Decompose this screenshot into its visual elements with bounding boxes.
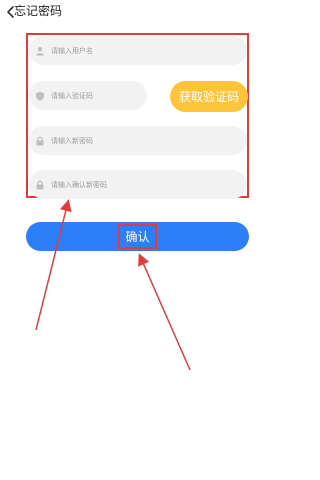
- top-bar: 忘记密码: [0, 0, 276, 26]
- arrow-to-confirm: [138, 253, 191, 371]
- lock-icon: [36, 136, 44, 145]
- verification-code-field[interactable]: 请输入验证码: [29, 81, 147, 110]
- user-icon: [36, 46, 44, 55]
- shield-icon: [36, 91, 44, 101]
- confirm-button[interactable]: 确认: [26, 222, 249, 251]
- confirm-button-label: 确认: [118, 224, 157, 249]
- page-title: 忘记密码: [14, 4, 63, 18]
- new-password-field[interactable]: 请输入新密码: [29, 126, 247, 155]
- lock-icon: [36, 180, 44, 189]
- confirm-password-placeholder: 请输入确认新密码: [51, 180, 107, 189]
- username-placeholder: 请输入用户名: [51, 46, 93, 55]
- new-password-placeholder: 请输入新密码: [51, 136, 93, 145]
- get-code-button[interactable]: 获取验证码: [170, 81, 248, 112]
- confirm-password-field[interactable]: 请输入确认新密码: [29, 170, 247, 199]
- username-field[interactable]: 请输入用户名: [29, 36, 247, 65]
- code-placeholder: 请输入验证码: [51, 91, 93, 100]
